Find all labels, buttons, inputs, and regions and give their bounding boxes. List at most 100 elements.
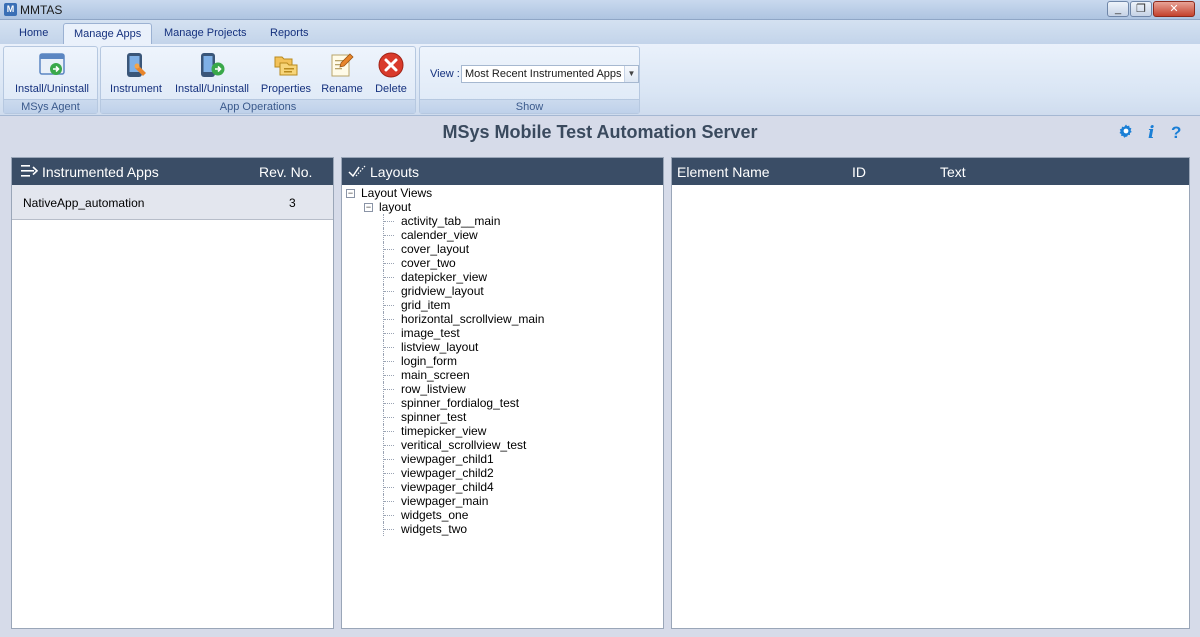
- tree-item-label: grid_item: [401, 298, 451, 312]
- table-row[interactable]: NativeApp_automation 3: [12, 185, 333, 220]
- tab-manage-projects[interactable]: Manage Projects: [154, 23, 257, 44]
- element-name-header[interactable]: Element Name: [677, 164, 770, 180]
- minimize-button[interactable]: _: [1107, 1, 1129, 17]
- layout-items: activity_tab__main calender_view cover_lay…: [346, 214, 544, 536]
- collapse-icon[interactable]: −: [346, 189, 355, 199]
- tree-guide: [383, 340, 395, 354]
- layouts-panel-header: Layouts: [342, 158, 663, 185]
- app-name: NativeApp_automation: [23, 196, 145, 210]
- rename-button[interactable]: Rename: [319, 49, 365, 97]
- view-select-value: Most Recent Instrumented Apps: [465, 68, 622, 80]
- info-icon[interactable]: i: [1148, 123, 1154, 143]
- tree-guide: [383, 214, 395, 228]
- tree-item[interactable]: gridview_layout: [346, 284, 484, 298]
- tree-item[interactable]: listview_layout: [346, 340, 478, 354]
- instrumented-apps-panel: Instrumented Apps Rev. No. NativeApp_aut…: [11, 157, 334, 629]
- tree-item-label: main_screen: [401, 368, 470, 382]
- apps-panel-header: Instrumented Apps Rev. No.: [12, 158, 333, 185]
- tree-item[interactable]: veritical_scrollview_test: [346, 438, 526, 452]
- tree-guide: [383, 242, 395, 256]
- maximize-button[interactable]: ❐: [1130, 1, 1152, 17]
- tree-item-label: cover_two: [401, 256, 456, 270]
- tab-reports[interactable]: Reports: [260, 23, 319, 44]
- tree-guide: [383, 480, 395, 494]
- tree-root-label: Layout Views: [361, 186, 433, 200]
- group-label: Show: [420, 99, 639, 113]
- delete-label: Delete: [375, 83, 407, 95]
- tree-guide: [383, 466, 395, 480]
- delete-button[interactable]: Delete: [371, 49, 411, 97]
- tree-item[interactable]: viewpager_child1: [346, 452, 494, 466]
- tree-item[interactable]: viewpager_child4: [346, 480, 494, 494]
- ribbon-tabs: Home Manage Apps Manage Projects Reports: [0, 20, 1200, 44]
- tree-guide: [383, 270, 395, 284]
- tree-item[interactable]: image_test: [346, 326, 460, 340]
- instrument-label: Instrument: [110, 83, 162, 95]
- tree-item[interactable]: viewpager_child2: [346, 466, 494, 480]
- tree-item-label: calender_view: [401, 228, 478, 242]
- chevron-down-icon[interactable]: ▼: [624, 66, 638, 82]
- group-label: MSys Agent: [4, 99, 97, 113]
- tree-guide: [383, 326, 395, 340]
- tab-home[interactable]: Home: [9, 23, 58, 44]
- install-icon: [38, 51, 66, 79]
- apps-panel-title: Instrumented Apps: [42, 164, 159, 180]
- instrument-button[interactable]: Instrument: [107, 49, 165, 97]
- install-uninstall-label: Install/Uninstall: [175, 83, 249, 95]
- text-header[interactable]: Text: [940, 164, 966, 180]
- tree-guide: [383, 522, 395, 536]
- tree-item-label: datepicker_view: [401, 270, 488, 284]
- tree-guide: [383, 284, 395, 298]
- install-uninstall-button[interactable]: Install/Uninstall: [173, 49, 251, 97]
- tree-item[interactable]: horizontal_scrollview_main: [346, 312, 544, 326]
- tree-item[interactable]: spinner_test: [346, 410, 466, 424]
- tree-item[interactable]: cover_layout: [346, 242, 469, 256]
- tree-item-label: listview_layout: [401, 340, 479, 354]
- tree-guide: [383, 228, 395, 242]
- gear-icon[interactable]: [1118, 123, 1134, 144]
- group-show: View : Most Recent Instrumented Apps ▼ S…: [419, 46, 640, 114]
- tree-item[interactable]: activity_tab__main: [346, 214, 500, 228]
- tab-manage-apps[interactable]: Manage Apps: [63, 23, 153, 44]
- tree-item-label: image_test: [401, 326, 460, 340]
- tree-folder-label: layout: [379, 200, 412, 214]
- tree-item-label: viewpager_child2: [401, 466, 494, 480]
- tree-item-label: spinner_fordialog_test: [401, 396, 520, 410]
- tree-guide: [383, 382, 395, 396]
- close-button[interactable]: ✕: [1153, 1, 1195, 17]
- tree-guide: [383, 368, 395, 382]
- tree-item[interactable]: grid_item: [346, 298, 450, 312]
- tree-item[interactable]: row_listview: [346, 382, 466, 396]
- tree-item-label: spinner_test: [401, 410, 467, 424]
- elements-panel: Element Name ID Text: [671, 157, 1190, 629]
- elements-panel-header: Element Name ID Text: [672, 158, 1189, 185]
- tree-item[interactable]: viewpager_main: [346, 494, 488, 508]
- tree-root[interactable]: − Layout Views: [346, 186, 432, 200]
- tree-guide: [383, 494, 395, 508]
- layouts-panel-title: Layouts: [370, 164, 420, 180]
- tree-item[interactable]: datepicker_view: [346, 270, 487, 284]
- tree-folder[interactable]: − layout: [346, 200, 432, 214]
- tree-item-label: cover_layout: [401, 242, 470, 256]
- tree-item-label: viewpager_main: [401, 494, 489, 508]
- tree-item[interactable]: widgets_two: [346, 522, 467, 536]
- tree-item[interactable]: main_screen: [346, 368, 470, 382]
- properties-icon: [272, 51, 300, 79]
- tree-item[interactable]: login_form: [346, 354, 457, 368]
- tree-guide: [383, 508, 395, 522]
- agent-install-uninstall-button[interactable]: Install/Uninstall: [12, 49, 92, 97]
- help-icon[interactable]: ?: [1171, 123, 1181, 143]
- id-header[interactable]: ID: [852, 164, 866, 180]
- tree-item-label: activity_tab__main: [401, 214, 501, 228]
- rev-no-header: Rev. No.: [259, 164, 313, 180]
- tree-item[interactable]: calender_view: [346, 228, 478, 242]
- properties-button[interactable]: Properties: [258, 49, 314, 97]
- tree-item[interactable]: spinner_fordialog_test: [346, 396, 519, 410]
- tree-guide: [383, 410, 395, 424]
- view-select[interactable]: Most Recent Instrumented Apps ▼: [461, 65, 639, 83]
- collapse-icon[interactable]: −: [364, 203, 373, 213]
- tree-item[interactable]: timepicker_view: [346, 424, 486, 438]
- tree-item-label: viewpager_child1: [401, 452, 494, 466]
- tree-item[interactable]: widgets_one: [346, 508, 468, 522]
- tree-item[interactable]: cover_two: [346, 256, 456, 270]
